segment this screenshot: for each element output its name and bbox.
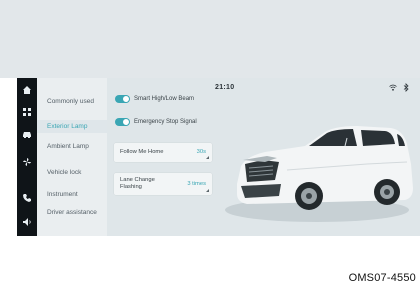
icon-rail [17,78,37,236]
vehicle-image [217,100,420,236]
home-icon[interactable] [21,84,33,96]
dropdown-corner-icon [206,156,209,159]
apps-icon[interactable] [21,106,33,118]
emergency-stop-toggle[interactable] [115,118,130,126]
menu-item-vehicle-lock[interactable]: Vehicle lock [37,169,107,177]
menu-item-exterior-lamp[interactable]: Exterior Lamp [37,120,107,133]
toggle-knob [123,119,129,125]
follow-me-home-setting[interactable]: Follow Me Home 30s [114,143,212,162]
follow-me-home-value: 30s [196,149,206,155]
dropdown-corner-icon [206,189,209,192]
car-icon[interactable] [21,128,33,140]
settings-menu: Commonly used Exterior Lamp Ambient Lamp… [37,78,107,236]
phone-icon[interactable] [21,192,33,204]
bluetooth-icon [403,83,409,92]
follow-me-home-label: Follow Me Home [120,149,164,155]
clock: 21:10 [215,84,235,91]
smart-beam-toggle[interactable] [115,95,130,103]
toggle-knob [123,96,129,102]
fan-icon[interactable] [21,156,33,168]
menu-item-commonly-used[interactable]: Commonly used [37,98,107,106]
lane-change-flashing-label: Lane Change Flashing [120,177,155,190]
infotainment-screen: Commonly used Exterior Lamp Ambient Lamp… [17,78,420,236]
document-reference: OMS07-4550 [348,272,416,284]
emergency-stop-row: Emergency Stop Signal [115,117,197,127]
lane-change-flashing-setting[interactable]: Lane Change Flashing 3 times [114,173,212,195]
emergency-stop-label: Emergency Stop Signal [134,119,197,125]
wifi-icon [389,84,397,91]
volume-icon[interactable] [21,216,33,228]
smart-beam-label: Smart High/Low Beam [134,96,195,102]
lane-change-flashing-value: 3 times [187,181,206,187]
top-margin [0,0,420,78]
menu-item-instrument[interactable]: Instrument [37,191,107,199]
menu-item-ambient-lamp[interactable]: Ambient Lamp [37,143,107,151]
smart-beam-row: Smart High/Low Beam [115,94,194,104]
menu-item-driver-assistance[interactable]: Driver assistance [37,209,107,217]
